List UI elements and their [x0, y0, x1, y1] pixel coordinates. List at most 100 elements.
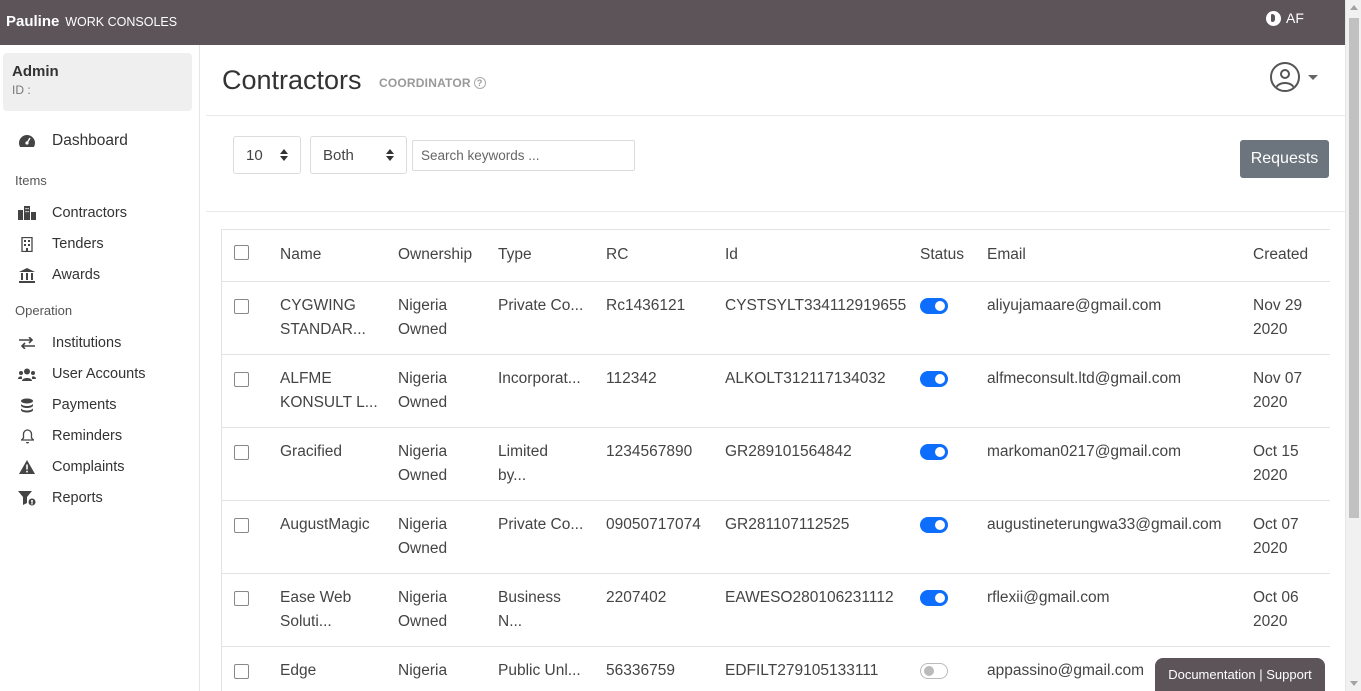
column-header-ownership[interactable]: Ownership — [392, 230, 492, 282]
column-header-rc[interactable]: RC — [600, 230, 719, 282]
status-toggle[interactable] — [920, 443, 948, 460]
select-all-checkbox[interactable] — [234, 245, 249, 261]
cell-name: STANDAR... — [280, 320, 366, 338]
scope-value: Both — [323, 147, 354, 164]
search-input[interactable] — [412, 140, 635, 171]
cell-id: GR281107112525 — [725, 515, 850, 533]
cell-created: 2020 — [1253, 320, 1288, 338]
cell-name: Ease Web — [280, 588, 352, 606]
sidebar-item-label: Payments — [52, 397, 117, 413]
cell-created: Nov 29 — [1253, 296, 1303, 314]
scrollbar-thumb[interactable] — [1349, 18, 1359, 518]
cell-name: Soluti... — [280, 612, 332, 630]
cell-email: alfmeconsult.ltd@gmail.com — [987, 369, 1182, 387]
sidebar-item-label: Tenders — [52, 236, 104, 252]
page-size-value: 10 — [246, 147, 263, 164]
column-header-status[interactable]: Status — [914, 230, 981, 282]
table-row[interactable]: Gracified Nigeria Owned Limited by... 1234567… — [222, 427, 1330, 501]
row-checkbox[interactable] — [234, 298, 249, 314]
documentation-support-button[interactable]: Documentation | Support — [1155, 658, 1325, 691]
status-toggle[interactable] — [920, 662, 948, 679]
help-icon[interactable]: ? — [473, 77, 486, 89]
sidebar-item-contractors[interactable]: Contractors — [18, 205, 127, 221]
cell-name: Gracified — [280, 442, 343, 460]
brand-logo[interactable]: Pauline WORK CONSOLES — [6, 13, 177, 30]
scroll-up-arrow[interactable] — [1350, 5, 1358, 10]
sidebar: Admin ID : Dashboard Items Contractors T… — [0, 45, 200, 691]
status-toggle[interactable] — [920, 297, 948, 314]
cell-created: Oct 15 — [1253, 442, 1299, 460]
sidebar-item-dashboard[interactable]: Dashboard — [18, 132, 128, 150]
cell-ownership: Nigeria — [398, 442, 448, 460]
column-header-type[interactable]: Type — [492, 230, 600, 282]
table-row[interactable]: ALFME KONSULT L... Nigeria Owned Incorporat.… — [222, 354, 1330, 428]
page-scrollbar[interactable] — [1345, 0, 1361, 691]
sidebar-item-institutions[interactable]: Institutions — [18, 335, 121, 351]
status-toggle[interactable] — [920, 589, 948, 606]
scroll-down-arrow[interactable] — [1350, 681, 1358, 686]
sidebar-item-label: Reminders — [52, 428, 123, 444]
sidebar-item-user-accounts[interactable]: User Accounts — [18, 366, 146, 382]
cell-email: augustineterungwa33@gmail.com — [987, 515, 1222, 533]
scope-select[interactable]: Both — [310, 136, 407, 174]
sidebar-item-payments[interactable]: Payments — [18, 397, 116, 413]
bell-icon — [18, 428, 36, 444]
table-row[interactable]: Ease Web Soluti... Nigeria Owned Business N..… — [222, 573, 1330, 647]
divider — [206, 211, 1345, 212]
language-label: AF — [1286, 10, 1304, 26]
table-row[interactable]: AugustMagic Nigeria Owned Private Co... 0905… — [222, 500, 1330, 574]
row-checkbox[interactable] — [234, 590, 249, 606]
cell-name: ALFME — [280, 369, 332, 387]
requests-button[interactable]: Requests — [1240, 140, 1329, 178]
users-icon — [18, 366, 36, 382]
user-id: ID : — [12, 83, 31, 97]
sidebar-item-label: Institutions — [52, 335, 122, 351]
top-navbar: Pauline WORK CONSOLES AF — [0, 0, 1345, 45]
caret-down-icon — [1308, 74, 1318, 80]
cell-type: Business — [498, 588, 561, 606]
sidebar-item-reminders[interactable]: Reminders — [18, 428, 122, 444]
page-size-select[interactable]: 10 — [233, 136, 301, 174]
sidebar-item-reports[interactable]: Reports — [18, 490, 103, 506]
sidebar-item-tenders[interactable]: Tenders — [18, 236, 104, 252]
contractors-table: Name Ownership Type RC Id Status Email C… — [221, 229, 1330, 691]
divider — [206, 115, 1345, 116]
cell-type: N... — [498, 612, 523, 630]
row-checkbox[interactable] — [234, 371, 249, 387]
cell-type: Public Unl... — [498, 661, 581, 679]
coins-icon — [18, 397, 36, 413]
sidebar-item-awards[interactable]: Awards — [18, 267, 100, 283]
cell-id: EDFILT279105133111 — [725, 661, 879, 679]
sidebar-item-complaints[interactable]: Complaints — [18, 459, 125, 475]
row-checkbox[interactable] — [234, 663, 249, 679]
filter-icon — [18, 490, 36, 506]
status-toggle[interactable] — [920, 516, 948, 533]
row-checkbox[interactable] — [234, 444, 249, 460]
globe-icon — [1266, 10, 1281, 26]
cell-type: Limited — [498, 442, 548, 460]
cell-ownership: Nigeria — [398, 296, 448, 314]
cell-ownership: Owned — [398, 393, 448, 411]
column-header-name[interactable]: Name — [274, 230, 392, 282]
role-label: COORDINATOR ? — [379, 76, 486, 90]
sidebar-item-label: Complaints — [52, 459, 125, 475]
cell-rc: 56336759 — [606, 661, 675, 679]
column-header-email[interactable]: Email — [981, 230, 1247, 282]
cell-ownership: Nigeria — [398, 515, 448, 533]
sort-arrows-icon — [280, 149, 288, 163]
cell-name: Edge — [280, 661, 317, 679]
landmark-icon — [18, 267, 36, 283]
dashboard-icon — [18, 133, 36, 149]
building-icon — [18, 236, 36, 252]
cell-rc: 09050717074 — [606, 515, 701, 533]
account-menu[interactable] — [1270, 62, 1318, 92]
table-row[interactable]: CYGWING STANDAR... Nigeria Owned Private Co.… — [222, 281, 1330, 355]
city-icon — [18, 205, 36, 221]
cell-created: 2020 — [1253, 393, 1288, 411]
cell-created: 2020 — [1253, 466, 1288, 484]
column-header-id[interactable]: Id — [719, 230, 914, 282]
row-checkbox[interactable] — [234, 517, 249, 533]
status-toggle[interactable] — [920, 370, 948, 387]
language-switcher[interactable]: AF — [1266, 10, 1304, 26]
column-header-created[interactable]: Created — [1247, 230, 1330, 282]
